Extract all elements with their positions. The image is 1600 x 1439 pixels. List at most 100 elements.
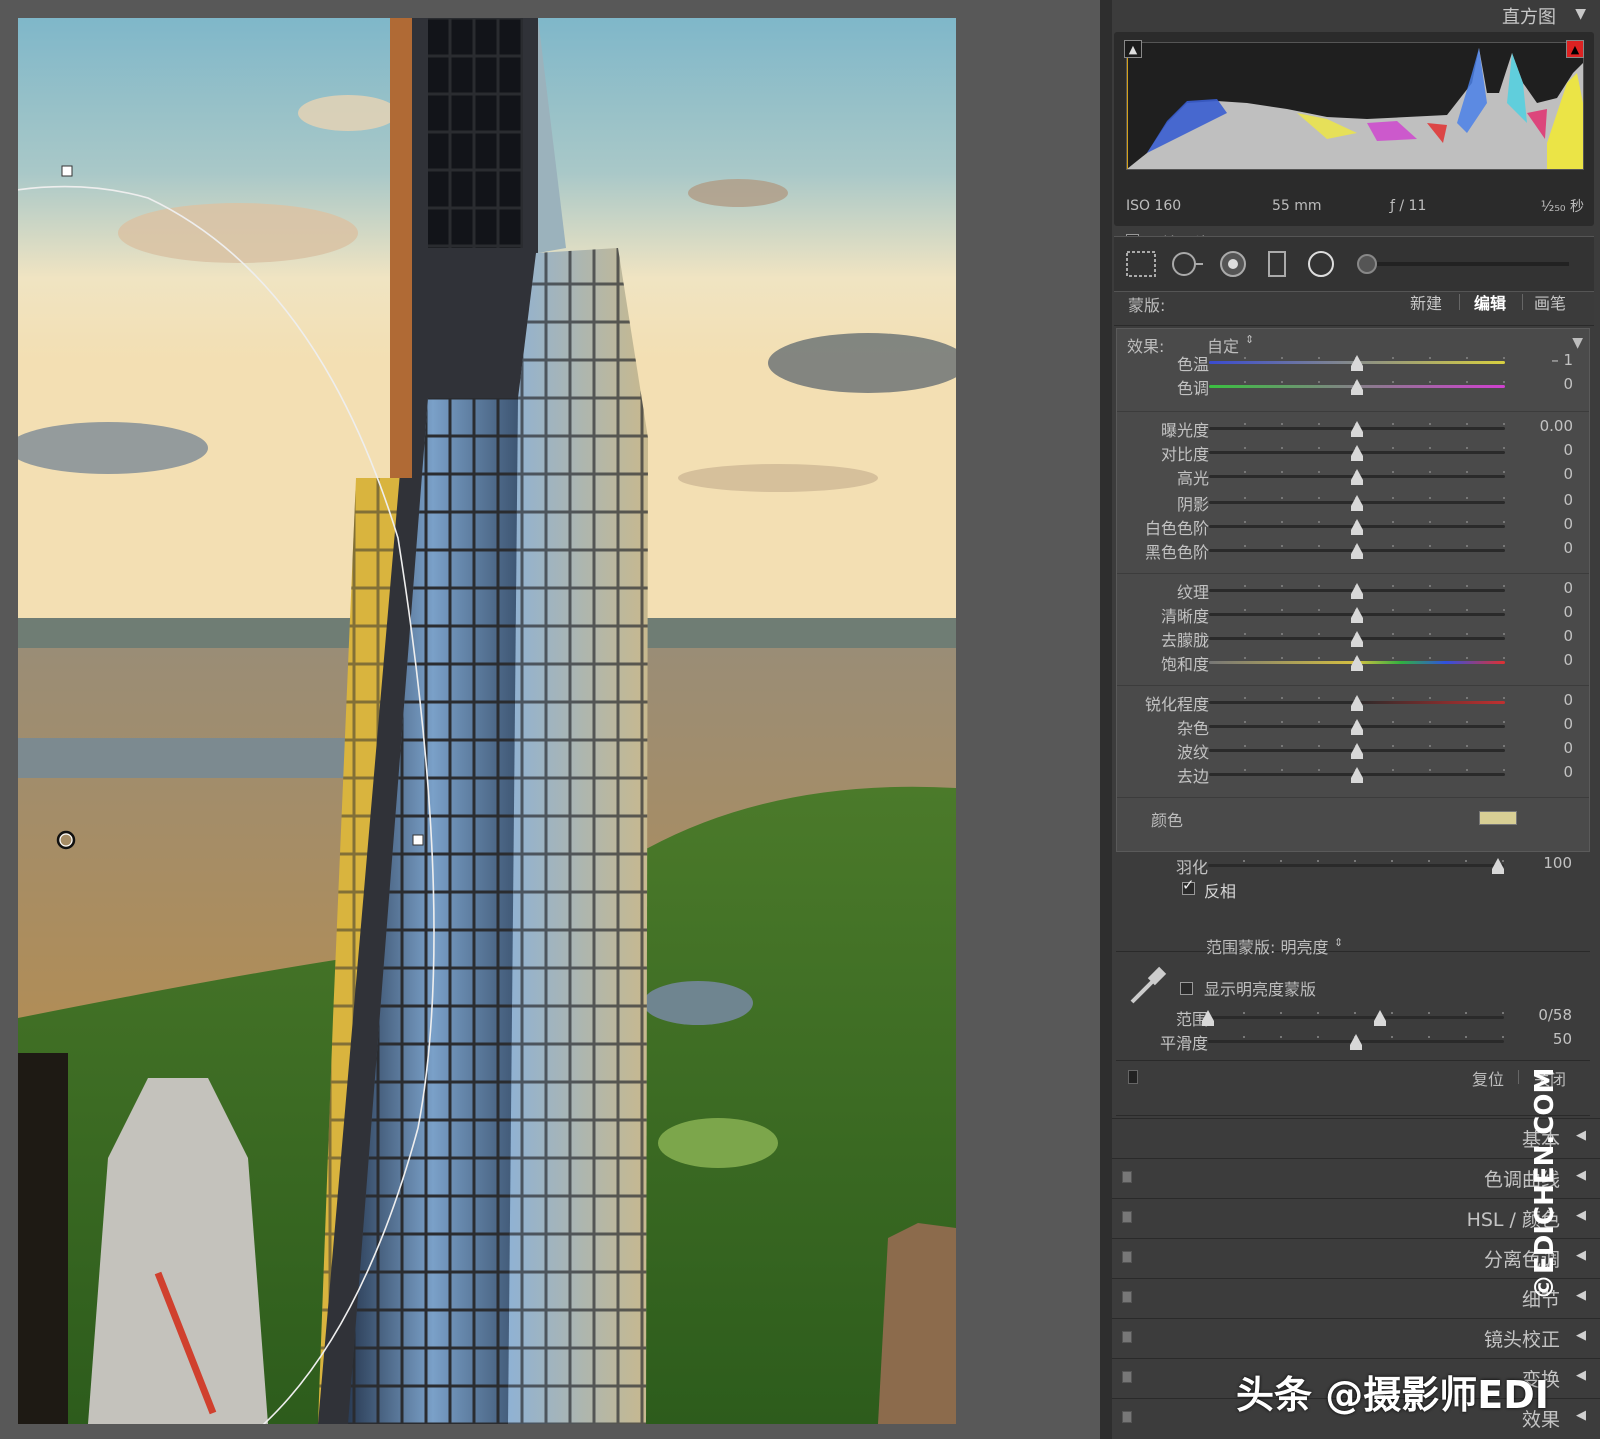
blacks-slider-thumb[interactable] (1351, 543, 1363, 559)
section-expand-icon[interactable]: ◀ (1576, 1208, 1586, 1223)
range-high-thumb[interactable] (1373, 1010, 1386, 1026)
blacks-value[interactable]: 0 (1513, 539, 1573, 557)
section-expand-icon[interactable]: ◀ (1576, 1168, 1586, 1183)
smoothness-thumb[interactable] (1350, 1034, 1362, 1050)
whites-slider-thumb[interactable] (1351, 519, 1363, 535)
blacks-label: 黑色色阶 (1144, 543, 1209, 562)
section-expand-icon[interactable]: ◀ (1576, 1248, 1586, 1263)
shadows-slider-thumb[interactable] (1351, 495, 1363, 511)
section-expand-icon[interactable]: ◀ (1576, 1408, 1586, 1423)
feather-slider[interactable] (1208, 860, 1504, 867)
section-expand-icon[interactable]: ◀ (1576, 1368, 1586, 1383)
exposure-value[interactable]: 0.00 (1513, 417, 1573, 435)
section-expand-icon[interactable]: ◀ (1576, 1328, 1586, 1343)
range-label: 范围 (1175, 1010, 1208, 1029)
effects-collapse-icon[interactable]: ▼ (1572, 335, 1583, 351)
defringe-slider-thumb[interactable] (1351, 767, 1363, 783)
noise-slider-thumb[interactable] (1351, 719, 1363, 735)
defringe-value[interactable]: 0 (1513, 763, 1573, 781)
mask-edit-button[interactable]: 编辑 (1474, 290, 1506, 314)
histogram-title[interactable]: 直方图 (1502, 3, 1556, 29)
tint-value[interactable]: 0 (1513, 375, 1573, 393)
section-0[interactable]: 基本 ◀ (1112, 1118, 1600, 1156)
range-slider[interactable] (1208, 1012, 1504, 1019)
section-toggle-switch[interactable] (1122, 1331, 1132, 1343)
range-low-thumb[interactable] (1202, 1010, 1214, 1026)
contrast-value[interactable]: 0 (1513, 441, 1573, 459)
section-5[interactable]: 镜头校正 ◀ (1112, 1318, 1600, 1356)
section-label[interactable]: 镜头校正 (1484, 1325, 1560, 1352)
graduated-filter-icon[interactable] (1260, 249, 1294, 279)
smoothness-value[interactable]: 50 (1512, 1030, 1572, 1048)
histogram-graph[interactable] (1126, 42, 1584, 170)
temp-value[interactable]: – 1 (1513, 351, 1573, 369)
moire-slider-thumb[interactable] (1351, 743, 1363, 759)
highlights-slider-thumb[interactable] (1351, 469, 1363, 485)
preset-chevron-icon[interactable]: ⇕ (1245, 333, 1254, 346)
section-toggle-switch[interactable] (1122, 1211, 1132, 1223)
sharpness-value[interactable]: 0 (1513, 691, 1573, 709)
saturation-value[interactable]: 0 (1513, 651, 1573, 669)
section-expand-icon[interactable]: ◀ (1576, 1288, 1586, 1303)
mask-row: 蒙版: 新建 编辑 画笔 (1114, 292, 1594, 326)
panel-divider[interactable] (1100, 0, 1112, 1439)
feather-section: 羽化 100 ✓ 反相 (1116, 854, 1590, 952)
exposure-slider-thumb[interactable] (1351, 421, 1363, 437)
color-swatch[interactable] (1479, 811, 1517, 825)
shadows-value[interactable]: 0 (1513, 491, 1573, 509)
highlight-clipping-button[interactable]: ▲ (1566, 40, 1584, 58)
section-2[interactable]: HSL / 颜色 ◀ (1112, 1198, 1600, 1236)
clarity-value[interactable]: 0 (1513, 603, 1573, 621)
section-toggle-switch[interactable] (1122, 1371, 1132, 1383)
section-4[interactable]: 细节 ◀ (1112, 1278, 1600, 1316)
dehaze-label: 去朦胧 (1160, 631, 1209, 650)
contrast-slider-thumb[interactable] (1351, 445, 1363, 461)
mask-brush-button[interactable]: 画笔 (1534, 290, 1566, 314)
saturation-slider-thumb[interactable] (1351, 655, 1363, 671)
red-eye-icon[interactable] (1216, 249, 1250, 279)
eyedropper-icon[interactable] (1126, 964, 1170, 1008)
spot-removal-icon[interactable] (1170, 249, 1204, 279)
crop-overlay-icon[interactable] (1124, 249, 1158, 279)
panel-toggle-switch[interactable] (1128, 1070, 1138, 1084)
mask-new-button[interactable]: 新建 (1410, 290, 1442, 314)
radial-filter-icon[interactable] (1304, 249, 1338, 279)
photo-preview[interactable] (18, 18, 956, 1424)
smoothness-label: 平滑度 (1159, 1034, 1208, 1053)
noise-label: 杂色 (1176, 719, 1209, 738)
section-3[interactable]: 分离色调 ◀ (1112, 1238, 1600, 1276)
feather-label: 羽化 (1175, 858, 1208, 877)
show-luminance-mask-checkbox[interactable] (1180, 982, 1193, 995)
highlights-value[interactable]: 0 (1513, 465, 1573, 483)
dehaze-slider-thumb[interactable] (1351, 631, 1363, 647)
clarity-slider-thumb[interactable] (1351, 607, 1363, 623)
histogram-collapse-icon[interactable]: ▼ (1575, 6, 1586, 22)
section-expand-icon[interactable]: ◀ (1576, 1128, 1586, 1143)
tint-slider-thumb[interactable] (1351, 379, 1363, 395)
invert-label: 反相 (1204, 882, 1237, 901)
moire-value[interactable]: 0 (1513, 739, 1573, 757)
adjustment-brush-slider[interactable] (1350, 249, 1572, 279)
section-1[interactable]: 色调曲线 ◀ (1112, 1158, 1600, 1196)
section-toggle-switch[interactable] (1122, 1291, 1132, 1303)
reset-button[interactable]: 复位 (1472, 1066, 1504, 1090)
image-canvas[interactable] (0, 0, 1100, 1439)
mask-divider (1522, 294, 1523, 310)
effect-preset-select[interactable]: 自定 (1207, 333, 1239, 357)
section-toggle-switch[interactable] (1122, 1251, 1132, 1263)
texture-value[interactable]: 0 (1513, 579, 1573, 597)
dehaze-value[interactable]: 0 (1513, 627, 1573, 645)
section-toggle-switch[interactable] (1122, 1411, 1132, 1423)
noise-value[interactable]: 0 (1513, 715, 1573, 733)
range-value[interactable]: 0/58 (1512, 1006, 1572, 1024)
range-mask-select[interactable]: 范围蒙版: 明亮度 (1206, 934, 1328, 958)
sharpness-slider-thumb[interactable] (1351, 695, 1363, 711)
feather-value[interactable]: 100 (1512, 854, 1572, 872)
feather-slider-thumb[interactable] (1492, 858, 1505, 874)
shadow-clipping-button[interactable]: ▲ (1124, 40, 1142, 58)
texture-slider-thumb[interactable] (1351, 583, 1363, 599)
range-mask-chevron-icon[interactable]: ⇕ (1334, 936, 1343, 949)
temp-slider-thumb[interactable] (1351, 355, 1363, 371)
whites-value[interactable]: 0 (1513, 515, 1573, 533)
section-toggle-switch[interactable] (1122, 1171, 1132, 1183)
